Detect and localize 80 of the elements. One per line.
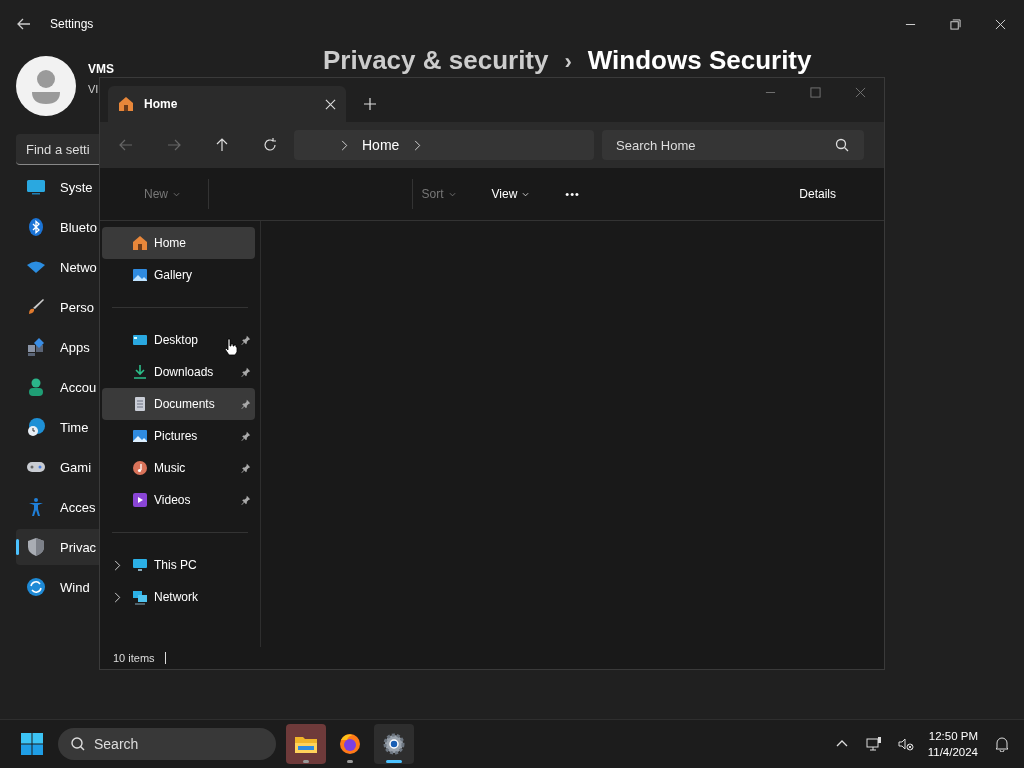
view-button[interactable]: View (483, 183, 538, 205)
picture-icon (132, 428, 148, 444)
apps-icon (26, 337, 46, 357)
sidebar-item[interactable]: Gallery (102, 259, 255, 291)
nav-item[interactable]: Gami (16, 449, 99, 485)
hand-cursor-icon (224, 338, 238, 356)
monitor-icon (26, 177, 46, 197)
sidebar-item[interactable]: Music (102, 452, 255, 484)
bell-icon[interactable] (994, 736, 1010, 752)
bluetooth-icon (26, 217, 46, 237)
clock-date[interactable]: 11/4/2024 (927, 744, 978, 760)
search-field[interactable]: Find a setti (16, 134, 99, 165)
gallery-icon (132, 267, 148, 283)
house-icon (118, 96, 134, 112)
chevron-down-icon (173, 192, 180, 198)
chevron-down-icon (522, 192, 530, 198)
desktop-icon (132, 332, 148, 348)
folder-icon[interactable] (286, 724, 326, 764)
download-icon (132, 364, 148, 380)
muted-speaker-icon[interactable] (897, 736, 914, 752)
user-email: VI (88, 82, 100, 96)
gear-icon[interactable] (374, 724, 414, 764)
breadcrumb-item[interactable]: Home (362, 137, 400, 153)
more-options-button[interactable]: ••• (557, 184, 588, 204)
sidebar-item[interactable]: This PC (102, 549, 255, 581)
start-icon[interactable] (20, 732, 44, 756)
network-icon (132, 589, 148, 605)
restore-icon[interactable] (950, 18, 961, 30)
nav-item[interactable]: Accou (16, 369, 99, 405)
brush-icon (26, 297, 46, 317)
person-icon (26, 377, 46, 397)
address-bar[interactable]: Home (294, 130, 594, 160)
breadcrumb-separator: › (564, 48, 572, 76)
network-icon[interactable] (865, 736, 882, 752)
sidebar-item[interactable]: Videos (102, 484, 255, 516)
back-arrow-icon[interactable] (16, 16, 32, 32)
nav-item[interactable]: Blueto (16, 209, 99, 245)
chevron-right-icon[interactable] (413, 139, 422, 151)
document-icon (132, 396, 148, 412)
plus-icon[interactable] (364, 98, 376, 110)
page-title: Windows Security (587, 46, 812, 74)
music-icon (132, 460, 148, 476)
window-title: Settings (50, 17, 94, 31)
search-field[interactable]: Search Home (602, 130, 864, 160)
search-icon (834, 137, 850, 153)
chevron-right-icon[interactable] (113, 591, 121, 603)
nav-item[interactable]: Netwo (16, 249, 99, 285)
sidebar-item[interactable]: Network (102, 581, 255, 613)
sidebar-item[interactable]: Home (102, 227, 255, 259)
nav-item[interactable]: Time (16, 409, 99, 445)
avatar-icon (16, 56, 76, 116)
user-name: VMS (88, 62, 114, 76)
clock-icon (26, 417, 46, 437)
nav-item[interactable]: Syste (16, 169, 99, 205)
tab[interactable]: Home (108, 86, 346, 122)
search-field[interactable]: Search (58, 728, 276, 760)
shield-icon (26, 537, 46, 557)
forward-arrow-icon[interactable] (166, 137, 182, 153)
chevron-down-icon (448, 192, 456, 198)
refresh-icon[interactable] (262, 137, 278, 153)
chevron-right-icon (340, 139, 348, 151)
chevron-right-icon[interactable] (113, 559, 121, 571)
item-count: 10 items (113, 652, 155, 664)
breadcrumb-parent[interactable]: Privacy & security (323, 46, 549, 74)
nav-item[interactable]: Privac (16, 529, 99, 565)
sidebar-item[interactable]: Downloads (102, 356, 255, 388)
nav-item[interactable]: Wind (16, 569, 99, 605)
sync-icon (26, 577, 46, 597)
sidebar-item[interactable]: Pictures (102, 420, 255, 452)
computer-icon (132, 557, 148, 573)
sidebar-item[interactable]: Desktop (102, 324, 255, 356)
up-arrow-icon[interactable] (214, 137, 230, 153)
sidebar-item[interactable]: Documents (102, 388, 255, 420)
details-button[interactable]: Details (791, 183, 844, 205)
video-icon (132, 492, 148, 508)
house-icon (132, 235, 148, 251)
nav-item[interactable]: Perso (16, 289, 99, 325)
nav-item[interactable]: Apps (16, 329, 99, 365)
clock-time[interactable]: 12:50 PM (928, 728, 978, 744)
nav-item[interactable]: Acces (16, 489, 99, 525)
